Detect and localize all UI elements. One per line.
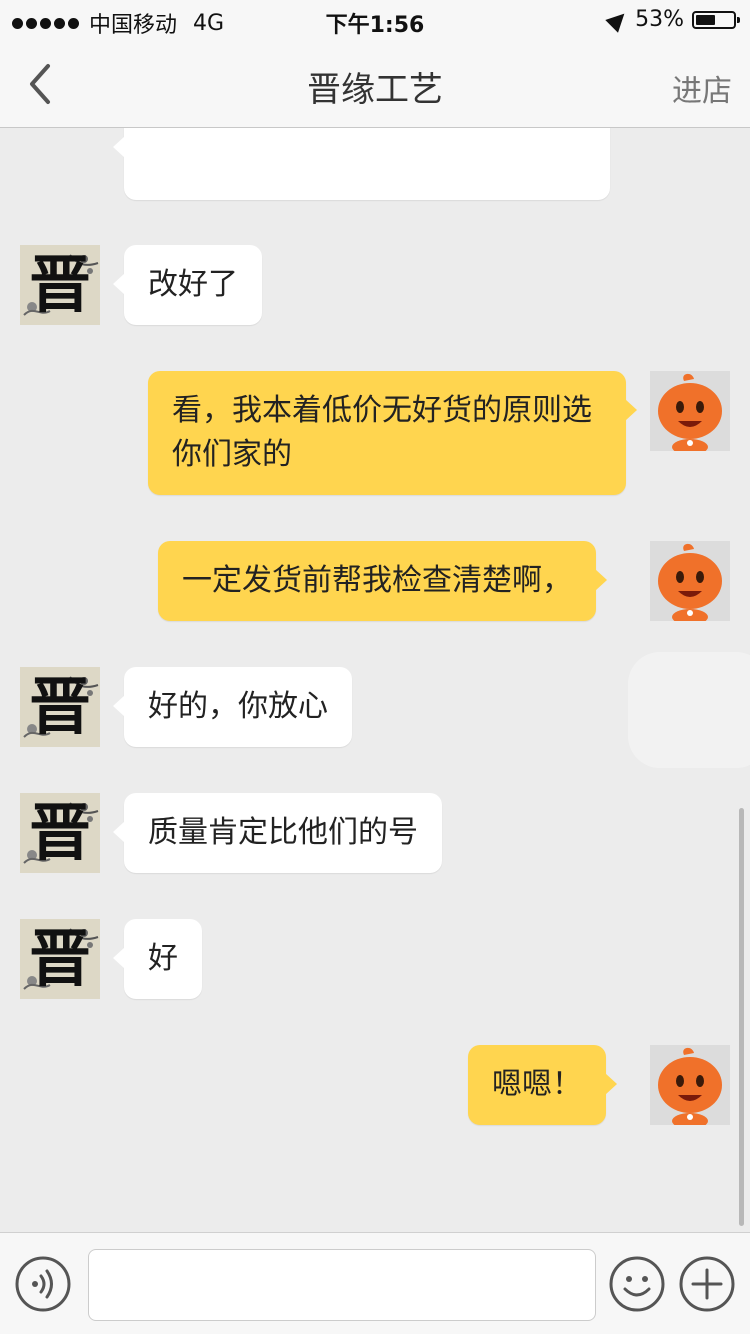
chat-area[interactable]: 晋 改好了 看，我本着低价无好货的原则选你们家的 一定发货前帮我检查清楚啊， 晋… — [0, 128, 750, 1232]
input-bar — [0, 1232, 750, 1334]
shop-avatar[interactable]: 晋 — [20, 793, 100, 873]
more-button[interactable] — [678, 1255, 736, 1313]
enter-shop-button[interactable]: 进店 — [672, 66, 732, 110]
plus-icon — [679, 1256, 735, 1312]
user-avatar[interactable] — [650, 541, 730, 625]
shop-avatar-glyph: 晋 — [28, 248, 91, 321]
shop-avatar-glyph: 晋 — [28, 922, 91, 995]
message-bubble-incoming[interactable] — [113, 128, 610, 200]
floating-overlay — [628, 652, 750, 768]
orange-mascot-icon — [650, 1045, 730, 1129]
battery-icon — [692, 10, 740, 29]
message-bubble-incoming[interactable]: 好的，你放心 — [113, 667, 352, 747]
message-bubble-outgoing[interactable]: 一定发货前帮我检查清楚啊， — [158, 541, 607, 621]
voice-button[interactable] — [14, 1255, 72, 1313]
message-bubble-incoming[interactable]: 质量肯定比他们的号 — [113, 793, 442, 873]
message-bubble-incoming[interactable]: 好 — [113, 919, 202, 999]
location-arrow-icon — [605, 6, 631, 33]
shop-avatar-glyph: 晋 — [28, 796, 91, 869]
page-title: 晋缘工艺 — [307, 70, 443, 110]
message-input[interactable] — [88, 1249, 596, 1321]
message-bubble-incoming[interactable]: 改好了 — [113, 245, 262, 325]
status-bar: 中国移动 4G 下午1:56 53% — [0, 0, 750, 40]
scroll-indicator[interactable] — [739, 808, 744, 1226]
orange-mascot-icon — [650, 371, 730, 455]
battery-percent: 53% — [635, 7, 684, 32]
user-avatar[interactable] — [650, 371, 730, 455]
status-right: 53% — [605, 6, 740, 33]
shop-avatar[interactable]: 晋 — [20, 919, 100, 999]
voice-icon — [15, 1256, 71, 1312]
message-bubble-outgoing[interactable]: 嗯嗯！ — [468, 1045, 617, 1125]
message-bubble-outgoing[interactable]: 看，我本着低价无好货的原则选你们家的 — [148, 371, 637, 495]
smiley-icon — [609, 1256, 665, 1312]
emoji-button[interactable] — [608, 1255, 666, 1313]
orange-mascot-icon — [650, 541, 730, 625]
nav-bar: 晋缘工艺 进店 — [0, 40, 750, 128]
shop-avatar-glyph: 晋 — [28, 670, 91, 743]
shop-avatar[interactable]: 晋 — [20, 245, 100, 325]
user-avatar[interactable] — [650, 1045, 730, 1129]
shop-avatar[interactable]: 晋 — [20, 667, 100, 747]
